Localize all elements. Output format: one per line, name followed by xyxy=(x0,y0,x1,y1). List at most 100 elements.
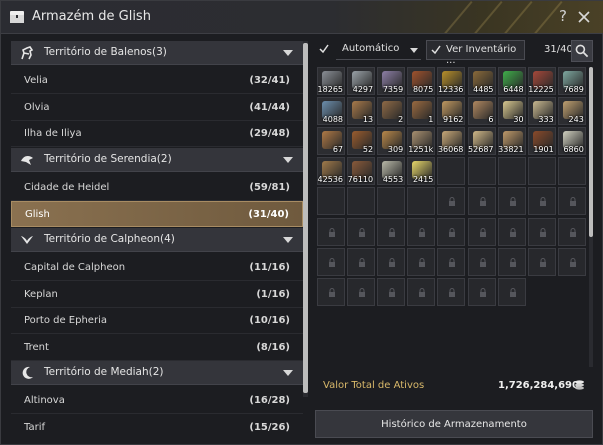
item-slot[interactable]: 18265 xyxy=(317,67,345,95)
storage-location-item[interactable]: Velia (32/41) xyxy=(11,68,303,94)
item-quantity: 1901 xyxy=(533,145,554,155)
item-slot[interactable]: 9162 xyxy=(437,97,466,126)
region-header-3[interactable]: Território de Mediah(2) xyxy=(11,361,303,386)
region-header-2[interactable]: Território de Calpheon(4) xyxy=(11,228,303,252)
lock-icon xyxy=(419,287,426,297)
item-quantity: 4485 xyxy=(473,85,494,94)
item-slot[interactable]: 52687 xyxy=(467,127,496,156)
empty-slot[interactable] xyxy=(497,157,526,186)
locked-slot xyxy=(527,217,556,246)
lock-icon xyxy=(479,227,486,237)
close-icon[interactable] xyxy=(576,9,592,25)
item-slot[interactable]: 13 xyxy=(347,97,376,126)
item-quantity: 76110 xyxy=(347,175,374,185)
storage-location-item[interactable]: Keplan (1/16) xyxy=(11,282,303,308)
storage-location-item[interactable]: Porto de Epheria (10/16) xyxy=(11,308,303,335)
item-slot[interactable]: 12336 xyxy=(437,67,466,95)
item-slot[interactable]: 52 xyxy=(347,127,376,156)
item-quantity: 13 xyxy=(362,115,374,125)
empty-slot[interactable] xyxy=(527,157,556,186)
lock-icon xyxy=(569,197,576,207)
item-slot[interactable]: 67 xyxy=(317,127,345,156)
storage-location-item[interactable]: Capital de Calpheon (11/16) xyxy=(11,255,303,281)
item-quantity: 67 xyxy=(332,145,343,155)
storage-location-item[interactable]: Trent (8/16) xyxy=(11,335,303,361)
item-grid-scrollbar[interactable] xyxy=(589,67,593,367)
empty-slot[interactable] xyxy=(377,187,406,216)
item-quantity: 9162 xyxy=(443,115,464,125)
item-slot[interactable]: 2 xyxy=(377,97,406,126)
item-slot[interactable]: 76110 xyxy=(347,157,376,186)
item-slot[interactable]: 33821 xyxy=(497,127,526,156)
lock-icon xyxy=(449,227,456,237)
empty-slot[interactable] xyxy=(407,187,436,216)
storage-location-item[interactable]: Glish (31/40) xyxy=(11,201,303,228)
item-quantity: 2415 xyxy=(412,175,434,185)
item-slot[interactable]: 333 xyxy=(527,97,556,126)
item-slot[interactable]: 4485 xyxy=(467,67,496,95)
auto-checkbox[interactable] xyxy=(315,40,331,60)
item-slot[interactable]: 7689 xyxy=(557,67,586,95)
chevron-down-icon xyxy=(283,156,293,163)
item-slot[interactable]: 6860 xyxy=(557,127,586,156)
empty-slot[interactable] xyxy=(557,157,586,186)
empty-slot[interactable] xyxy=(467,157,496,186)
lock-icon xyxy=(509,227,516,237)
lock-icon xyxy=(449,257,456,267)
region-list-scrollbar[interactable] xyxy=(303,41,308,397)
empty-slot[interactable] xyxy=(317,187,345,216)
locked-slot xyxy=(317,247,345,276)
scrollbar-thumb[interactable] xyxy=(589,67,593,237)
scrollbar-thumb[interactable] xyxy=(303,43,308,393)
lock-icon xyxy=(479,257,486,267)
storage-history-label: Histórico de Armazenamento xyxy=(381,419,527,430)
storage-location-item[interactable]: Olvia (41/44) xyxy=(11,95,303,121)
lock-icon xyxy=(359,227,366,237)
location-count: (8/16) xyxy=(256,341,290,353)
location-name: Olvia xyxy=(24,101,50,113)
view-inventory-toggle[interactable]: Ver Inventário ... xyxy=(426,40,525,66)
item-slot[interactable]: 243 xyxy=(557,97,586,126)
item-slot[interactable]: 36068 xyxy=(437,127,466,156)
storage-location-item[interactable]: Ilha de Iliya (29/48) xyxy=(11,121,303,148)
item-slot[interactable]: 6448 xyxy=(497,67,526,95)
item-slot[interactable]: 2415 xyxy=(407,157,436,186)
region-header-1[interactable]: Território de Serendia(2) xyxy=(11,147,303,172)
item-slot[interactable]: 4297 xyxy=(347,67,376,95)
lock-icon xyxy=(539,197,546,207)
locked-slot xyxy=(377,277,406,306)
storage-location-item[interactable]: Tarif (15/26) xyxy=(11,415,303,438)
locked-slot xyxy=(437,187,466,216)
item-slot[interactable]: 4088 xyxy=(317,97,345,126)
chevron-down-icon xyxy=(410,48,418,53)
storage-history-button[interactable]: Histórico de Armazenamento xyxy=(315,410,593,438)
search-button[interactable] xyxy=(571,40,593,62)
item-slot[interactable]: 6 xyxy=(467,97,496,126)
empty-slot[interactable] xyxy=(347,187,376,216)
empty-slot[interactable] xyxy=(437,157,466,186)
item-quantity: 1251k xyxy=(408,145,434,155)
item-slot[interactable]: 1901 xyxy=(527,127,556,156)
item-slot[interactable]: 12225 xyxy=(527,67,556,95)
lock-icon xyxy=(389,227,396,237)
storage-location-item[interactable]: Altinova (16/28) xyxy=(11,388,303,415)
item-slot[interactable]: 4553 xyxy=(377,157,406,186)
bird-icon xyxy=(21,155,33,165)
item-slot[interactable]: 7359 xyxy=(377,67,406,95)
item-slot[interactable]: 1251k xyxy=(407,127,436,156)
item-slot[interactable]: 309 xyxy=(377,127,406,156)
title-bar[interactable]: Armazém de Glish ? xyxy=(1,1,603,34)
item-slot[interactable]: 42536 xyxy=(317,157,345,186)
checkmark-icon xyxy=(431,45,441,55)
item-slot[interactable]: 8075 xyxy=(407,67,436,95)
item-slot[interactable]: 30 xyxy=(497,97,526,126)
region-header-0[interactable]: Território de Balenos(3) xyxy=(11,41,303,65)
lock-icon xyxy=(479,197,486,207)
item-slot[interactable]: 1 xyxy=(407,97,436,126)
lock-icon xyxy=(449,287,456,297)
sort-dropdown[interactable]: Automático xyxy=(336,40,421,60)
help-button[interactable]: ? xyxy=(555,7,571,27)
lock-icon xyxy=(569,227,576,237)
item-quantity: 36068 xyxy=(437,145,464,155)
storage-location-item[interactable]: Cidade de Heidel (59/81) xyxy=(11,175,303,201)
